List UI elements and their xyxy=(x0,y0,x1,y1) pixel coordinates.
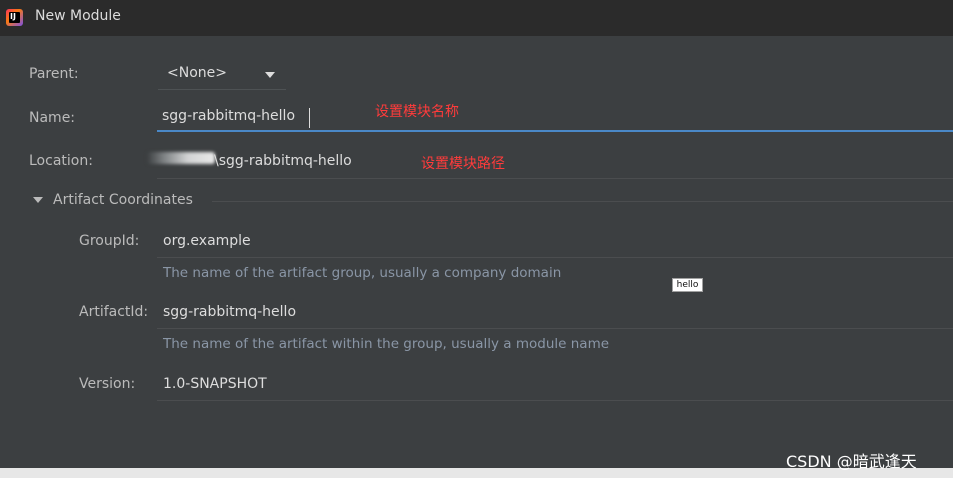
name-label: Name: xyxy=(29,110,76,126)
version-input[interactable]: 1.0-SNAPSHOT xyxy=(163,376,267,392)
section-artifact-coordinates[interactable]: Artifact Coordinates xyxy=(53,192,193,208)
groupid-label: GroupId: xyxy=(79,233,140,249)
name-input-value: sgg-rabbitmq-hello xyxy=(162,108,296,124)
version-underline xyxy=(157,400,953,401)
groupid-underline xyxy=(157,257,953,258)
collapse-arrow-icon[interactable] xyxy=(33,197,43,203)
section-divider xyxy=(212,201,953,202)
location-annotation: 设置模块路径 xyxy=(421,156,505,172)
parent-label: Parent: xyxy=(29,66,79,82)
artifactid-hint: The name of the artifact within the grou… xyxy=(163,336,610,352)
name-annotation: 设置模块名称 xyxy=(375,104,459,120)
groupid-hint: The name of the artifact group, usually … xyxy=(163,265,562,281)
location-label: Location: xyxy=(29,153,93,169)
parent-selected-value: <None> xyxy=(167,65,227,81)
groupid-input[interactable]: org.example xyxy=(163,233,251,249)
watermark: CSDN @暗武逢天 xyxy=(786,452,917,471)
window-title: New Module xyxy=(35,8,121,24)
parent-dropdown[interactable]: <None> xyxy=(158,60,286,90)
location-underline xyxy=(157,178,953,179)
artifactid-underline xyxy=(157,328,953,329)
redacted-path xyxy=(147,152,215,164)
name-input[interactable]: sgg-rabbitmq-hello xyxy=(157,104,953,132)
artifactid-label: ArtifactId: xyxy=(79,304,149,320)
intellij-idea-icon: IJ xyxy=(6,9,23,26)
tooltip: hello xyxy=(672,278,703,292)
artifactid-input[interactable]: sgg-rabbitmq-hello xyxy=(163,304,296,320)
version-label: Version: xyxy=(79,376,136,392)
title-bar: IJ New Module xyxy=(0,0,953,36)
location-input[interactable]: \sgg-rabbitmq-hello xyxy=(214,153,352,169)
text-caret xyxy=(309,108,310,128)
chevron-down-icon xyxy=(265,72,275,78)
